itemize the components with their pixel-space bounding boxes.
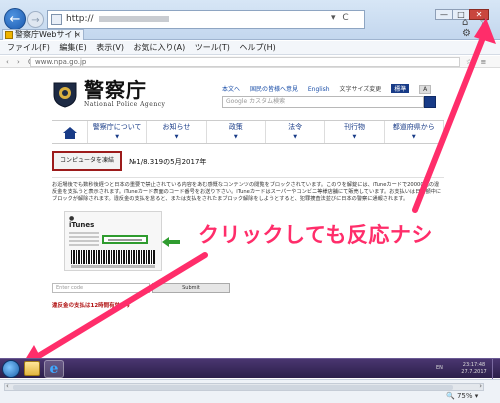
text-size-standard-button[interactable]: 標準 xyxy=(391,84,410,93)
nav-news[interactable]: お知らせ ▼ xyxy=(147,121,207,143)
minimize-button[interactable]: — xyxy=(435,9,453,20)
barcode xyxy=(71,250,155,264)
top-links: 本文へ 国民の皆様へ意見 English 文字サイズ変更 標準 A xyxy=(222,84,439,94)
chevron-down-icon: ▼ xyxy=(293,134,298,140)
tab-title: 警察庁Webサイト xyxy=(15,30,81,39)
freeze-alert-box: コンピュータを凍結 xyxy=(52,151,122,171)
nav-policy[interactable]: 政策 ▼ xyxy=(207,121,266,143)
clock[interactable]: 23:17:48 27.7.2017 xyxy=(456,362,492,376)
home-icon xyxy=(62,126,77,139)
global-nav: 警察庁について ▼ お知らせ ▼ 政策 ▼ 法令 ▼ 刊行物 ▼ 都道府県から ▼ xyxy=(52,120,444,144)
link-english[interactable]: English xyxy=(308,86,330,93)
zoom-level[interactable]: 🔍 75% ▾ xyxy=(446,392,478,400)
menu-edit[interactable]: 編集(E) xyxy=(59,41,86,55)
clock-date: 27.7.2017 xyxy=(461,369,487,375)
nav-laws[interactable]: 法令 ▼ xyxy=(266,121,326,143)
tab-favicon-icon xyxy=(5,31,13,39)
home-favorites-settings-icons[interactable]: ⌂ ☆ ⚙ xyxy=(462,17,500,39)
arrow-to-start-button xyxy=(20,252,208,368)
chevron-down-icon: ▼ xyxy=(411,134,416,140)
nav-label: 政策 xyxy=(228,123,243,131)
site-logo[interactable]: 警察庁 National Police Agency xyxy=(84,79,165,108)
inner-bookmark-icon[interactable]: ☆ ≡ xyxy=(466,56,489,68)
start-button[interactable] xyxy=(2,360,20,378)
nav-label: 法令 xyxy=(288,123,303,131)
forward-button[interactable]: → xyxy=(27,11,44,28)
link-opinions[interactable]: 国民の皆様へ意見 xyxy=(250,86,298,93)
ie-taskbar-icon[interactable]: e xyxy=(44,360,64,378)
nav-home[interactable] xyxy=(52,121,88,143)
menu-favorites[interactable]: お気に入り(A) xyxy=(134,41,186,55)
inner-url-field[interactable]: www.npa.go.jp xyxy=(30,57,460,67)
tab-npa[interactable]: 警察庁Webサイト × xyxy=(2,29,84,40)
forward-arrow-icon: → xyxy=(31,15,40,26)
site-search-button[interactable] xyxy=(424,96,436,108)
deadline-notice: 違反金の支払は12時間有効です xyxy=(52,303,132,309)
divider xyxy=(52,177,444,178)
scroll-right-icon[interactable]: › xyxy=(479,382,482,390)
chevron-down-icon: ▼ xyxy=(115,134,120,140)
address-tools[interactable]: ▾ C xyxy=(331,13,351,23)
police-emblem-icon xyxy=(53,82,77,108)
text-size-large-button[interactable]: A xyxy=(419,85,432,94)
link-skip-to-content[interactable]: 本文へ xyxy=(222,86,240,93)
folder-icon[interactable] xyxy=(24,361,40,376)
logo-japanese: 警察庁 xyxy=(84,78,147,102)
chevron-down-icon: ▼ xyxy=(352,134,357,140)
card-title: iTunes xyxy=(69,221,95,229)
chevron-down-icon: ▼ xyxy=(174,134,179,140)
address-text: http:// xyxy=(66,14,94,24)
code-input[interactable]: Enter code xyxy=(52,283,150,293)
window-buttons: — □ ✕ xyxy=(435,2,489,20)
nav-publications[interactable]: 刊行物 ▼ xyxy=(325,121,385,143)
inner-browser-bar: ‹ › C www.npa.go.jp ☆ ≡ xyxy=(0,56,500,68)
language-indicator[interactable]: EN xyxy=(436,365,443,371)
green-arrow-icon xyxy=(162,237,180,247)
logo-english: National Police Agency xyxy=(84,101,166,108)
nav-label: 刊行物 xyxy=(343,123,365,131)
menu-help[interactable]: ヘルプ(H) xyxy=(239,41,275,55)
ransom-message: お近場後でも数秒後経つと日本の重要で禁止されている内容をあむ感慨なコンテンツの閲… xyxy=(52,182,442,202)
nav-prefectures[interactable]: 都道府県から ▼ xyxy=(385,121,444,143)
tab-close-icon[interactable]: × xyxy=(74,30,81,40)
site-search-input[interactable]: Google カスタム検索 xyxy=(222,96,424,108)
menu-file[interactable]: ファイル(F) xyxy=(7,41,50,55)
menu-view[interactable]: 表示(V) xyxy=(96,41,124,55)
address-bar[interactable]: http:// xyxy=(47,10,365,29)
nav-label: お知らせ xyxy=(162,123,191,131)
address-redacted xyxy=(99,15,170,22)
show-desktop-button[interactable] xyxy=(492,359,500,379)
nav-label: 都道府県から xyxy=(392,123,435,131)
itunes-card-image: ● iTunes xyxy=(64,211,162,271)
scroll-thumb[interactable] xyxy=(13,385,453,390)
alert-number: №1/8.319の5月2017年 xyxy=(129,158,207,166)
text-size-label: 文字サイズ変更 xyxy=(339,86,382,93)
back-arrow-icon: ← xyxy=(9,12,21,27)
chevron-down-icon: ▼ xyxy=(233,134,238,140)
menu-tools[interactable]: ツール(T) xyxy=(195,41,230,55)
submit-button[interactable]: Submit xyxy=(152,283,230,293)
card-text-lines xyxy=(69,232,99,248)
browser-titlebar: ← → http:// ▾ C 警察庁Webサイト × — □ ✕ ⌂ ☆ ⚙ xyxy=(0,0,500,40)
menubar: ファイル(F) 編集(E) 表示(V) お気に入り(A) ツール(T) ヘルプ(… xyxy=(0,41,500,55)
barcode-numbers xyxy=(71,265,155,268)
back-button[interactable]: ← xyxy=(4,8,26,30)
horizontal-scrollbar[interactable]: ‹ › xyxy=(4,382,484,391)
taskbar: e EN 23:17:48 27.7.2017 xyxy=(0,358,500,379)
nav-label: 警察庁について xyxy=(92,123,142,131)
status-bar: ‹ › 🔍 75% ▾ xyxy=(0,379,500,403)
clock-time: 23:17:48 xyxy=(462,362,486,368)
nav-about[interactable]: 警察庁について ▼ xyxy=(88,121,148,143)
scroll-left-icon[interactable]: ‹ xyxy=(6,382,9,390)
page-icon xyxy=(51,14,62,25)
annotation-caption: クリックしても反応ナシ xyxy=(198,223,433,247)
card-code-highlight xyxy=(102,235,148,244)
